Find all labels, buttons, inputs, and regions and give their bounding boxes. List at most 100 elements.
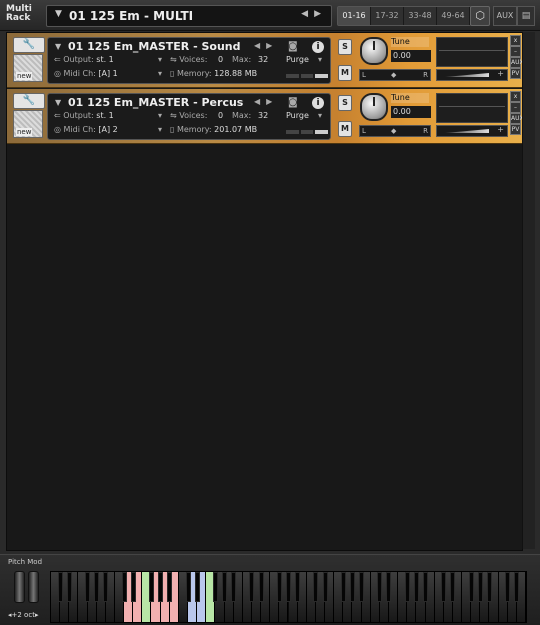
wrench-icon[interactable]: 🔧	[13, 93, 45, 109]
black-key[interactable]	[313, 572, 319, 602]
dropdown-arrow-icon[interactable]: ▼	[55, 9, 62, 19]
tab-17-32[interactable]: 17-32	[371, 7, 404, 25]
dropdown-arrow-icon[interactable]: ▾	[318, 55, 322, 64]
black-key[interactable]	[212, 572, 218, 602]
minimize-icon[interactable]: –	[510, 46, 521, 57]
black-key[interactable]	[103, 572, 109, 602]
multi-name-field[interactable]: ▼ 01 125 Em - MULTI ◀▶	[46, 5, 332, 27]
black-key[interactable]	[505, 572, 511, 602]
black-key[interactable]	[231, 572, 237, 602]
mute-button[interactable]: M	[338, 65, 352, 81]
pitch-wheel[interactable]	[14, 571, 25, 603]
black-key[interactable]	[295, 572, 301, 602]
dropdown-arrow-icon[interactable]: ▾	[318, 111, 322, 120]
rack-scrollbar[interactable]	[522, 32, 535, 549]
tune-knob[interactable]	[360, 93, 388, 121]
black-key[interactable]	[349, 572, 355, 602]
instrument-thumbnail[interactable]: new	[13, 110, 43, 138]
close-icon[interactable]: x	[510, 35, 521, 46]
pan-slider[interactable]: L ◆ R	[359, 69, 431, 81]
prev-next-arrows-icon[interactable]: ◀▶	[254, 41, 278, 50]
black-key[interactable]	[404, 572, 410, 602]
mute-button[interactable]: M	[338, 121, 352, 137]
black-key[interactable]	[514, 572, 520, 602]
instrument-thumbnail[interactable]: new	[13, 54, 43, 82]
prev-next-arrows-icon[interactable]: ◀▶	[301, 9, 327, 19]
black-key[interactable]	[359, 572, 365, 602]
black-key[interactable]	[121, 572, 127, 602]
black-key[interactable]	[322, 572, 328, 602]
black-key[interactable]	[477, 572, 483, 602]
black-key[interactable]	[94, 572, 100, 602]
pan-slider[interactable]: L ◆ R	[359, 125, 431, 137]
minimize-icon[interactable]: –	[510, 102, 521, 113]
black-key[interactable]	[423, 572, 429, 602]
instrument-name[interactable]: 01 125 Em_MASTER - Sound Design	[68, 40, 244, 53]
purge-dropdown[interactable]: Purge ▾	[286, 111, 322, 120]
aux-send-button[interactable]: AUX	[510, 57, 524, 68]
dropdown-arrow-icon[interactable]: ▾	[158, 125, 162, 134]
piano-keyboard[interactable]	[50, 571, 527, 623]
black-key[interactable]	[194, 572, 200, 602]
wrench-icon[interactable]: 🔧	[13, 37, 45, 53]
black-key[interactable]	[185, 572, 191, 602]
tune-value[interactable]: 0.00	[391, 106, 431, 118]
tab-49-64[interactable]: 49-64	[437, 7, 470, 25]
camera-icon[interactable]: ◙	[288, 41, 298, 52]
dropdown-arrow-icon[interactable]: ▾	[158, 55, 162, 64]
tab-33-48[interactable]: 33-48	[404, 7, 437, 25]
tune-knob[interactable]	[360, 37, 388, 65]
dropdown-arrow-icon[interactable]: ▾	[158, 111, 162, 120]
black-key[interactable]	[222, 572, 228, 602]
output-row[interactable]: ⇐ Output: st. 1 ▾	[54, 111, 162, 120]
aux-send-button[interactable]: AUX	[510, 113, 524, 124]
black-key[interactable]	[377, 572, 383, 602]
max-voices-value[interactable]: 32	[258, 55, 268, 64]
black-key[interactable]	[441, 572, 447, 602]
instrument-name[interactable]: 01 125 Em_MASTER - Percussion	[68, 96, 244, 109]
black-key[interactable]	[468, 572, 474, 602]
midi-row[interactable]: ◎ Midi Ch: [A] 1 ▾	[54, 69, 162, 78]
info-icon[interactable]: i	[312, 41, 324, 53]
black-key[interactable]	[413, 572, 419, 602]
mixer-icon[interactable]: ▤	[517, 6, 535, 26]
black-key[interactable]	[249, 572, 255, 602]
tune-value[interactable]: 0.00	[391, 50, 431, 62]
dropdown-arrow-icon[interactable]: ▼	[55, 42, 61, 51]
camera-icon[interactable]: ◙	[288, 97, 298, 108]
black-key[interactable]	[258, 572, 264, 602]
midi-row[interactable]: ◎ Midi Ch: [A] 2 ▾	[54, 125, 162, 134]
kontakt-logo-icon[interactable]: ⬡	[470, 6, 490, 26]
output-row[interactable]: ⇐ Output: st. 1 ▾	[54, 55, 162, 64]
dropdown-arrow-icon[interactable]: ▾	[158, 69, 162, 78]
black-key[interactable]	[85, 572, 91, 602]
tab-01-16[interactable]: 01-16	[338, 7, 371, 25]
octave-selector[interactable]: ◂+2 oct▸	[8, 611, 38, 619]
purge-dropdown[interactable]: Purge ▾	[286, 55, 322, 64]
close-icon[interactable]: x	[510, 91, 521, 102]
black-key[interactable]	[148, 572, 154, 602]
prev-next-arrows-icon[interactable]: ◀▶	[254, 97, 278, 106]
black-key[interactable]	[286, 572, 291, 602]
black-key[interactable]	[486, 572, 492, 602]
black-key[interactable]	[450, 572, 456, 602]
volume-slider[interactable]: +	[436, 69, 508, 81]
black-key[interactable]	[386, 572, 392, 602]
mod-wheel[interactable]	[28, 571, 39, 603]
aux-button[interactable]: AUX	[493, 6, 517, 26]
black-key[interactable]	[340, 572, 346, 602]
black-key[interactable]	[158, 572, 164, 602]
black-key[interactable]	[66, 572, 72, 602]
black-key[interactable]	[167, 572, 173, 602]
solo-button[interactable]: S	[338, 39, 352, 55]
pv-button[interactable]: PV	[510, 124, 521, 135]
pv-button[interactable]: PV	[510, 68, 521, 79]
black-key[interactable]	[276, 572, 282, 602]
max-voices-value[interactable]: 32	[258, 111, 268, 120]
dropdown-arrow-icon[interactable]: ▼	[55, 98, 61, 107]
solo-button[interactable]: S	[338, 95, 352, 111]
black-key[interactable]	[130, 572, 136, 602]
volume-slider[interactable]: +	[436, 125, 508, 137]
black-key[interactable]	[57, 572, 63, 602]
info-icon[interactable]: i	[312, 97, 324, 109]
